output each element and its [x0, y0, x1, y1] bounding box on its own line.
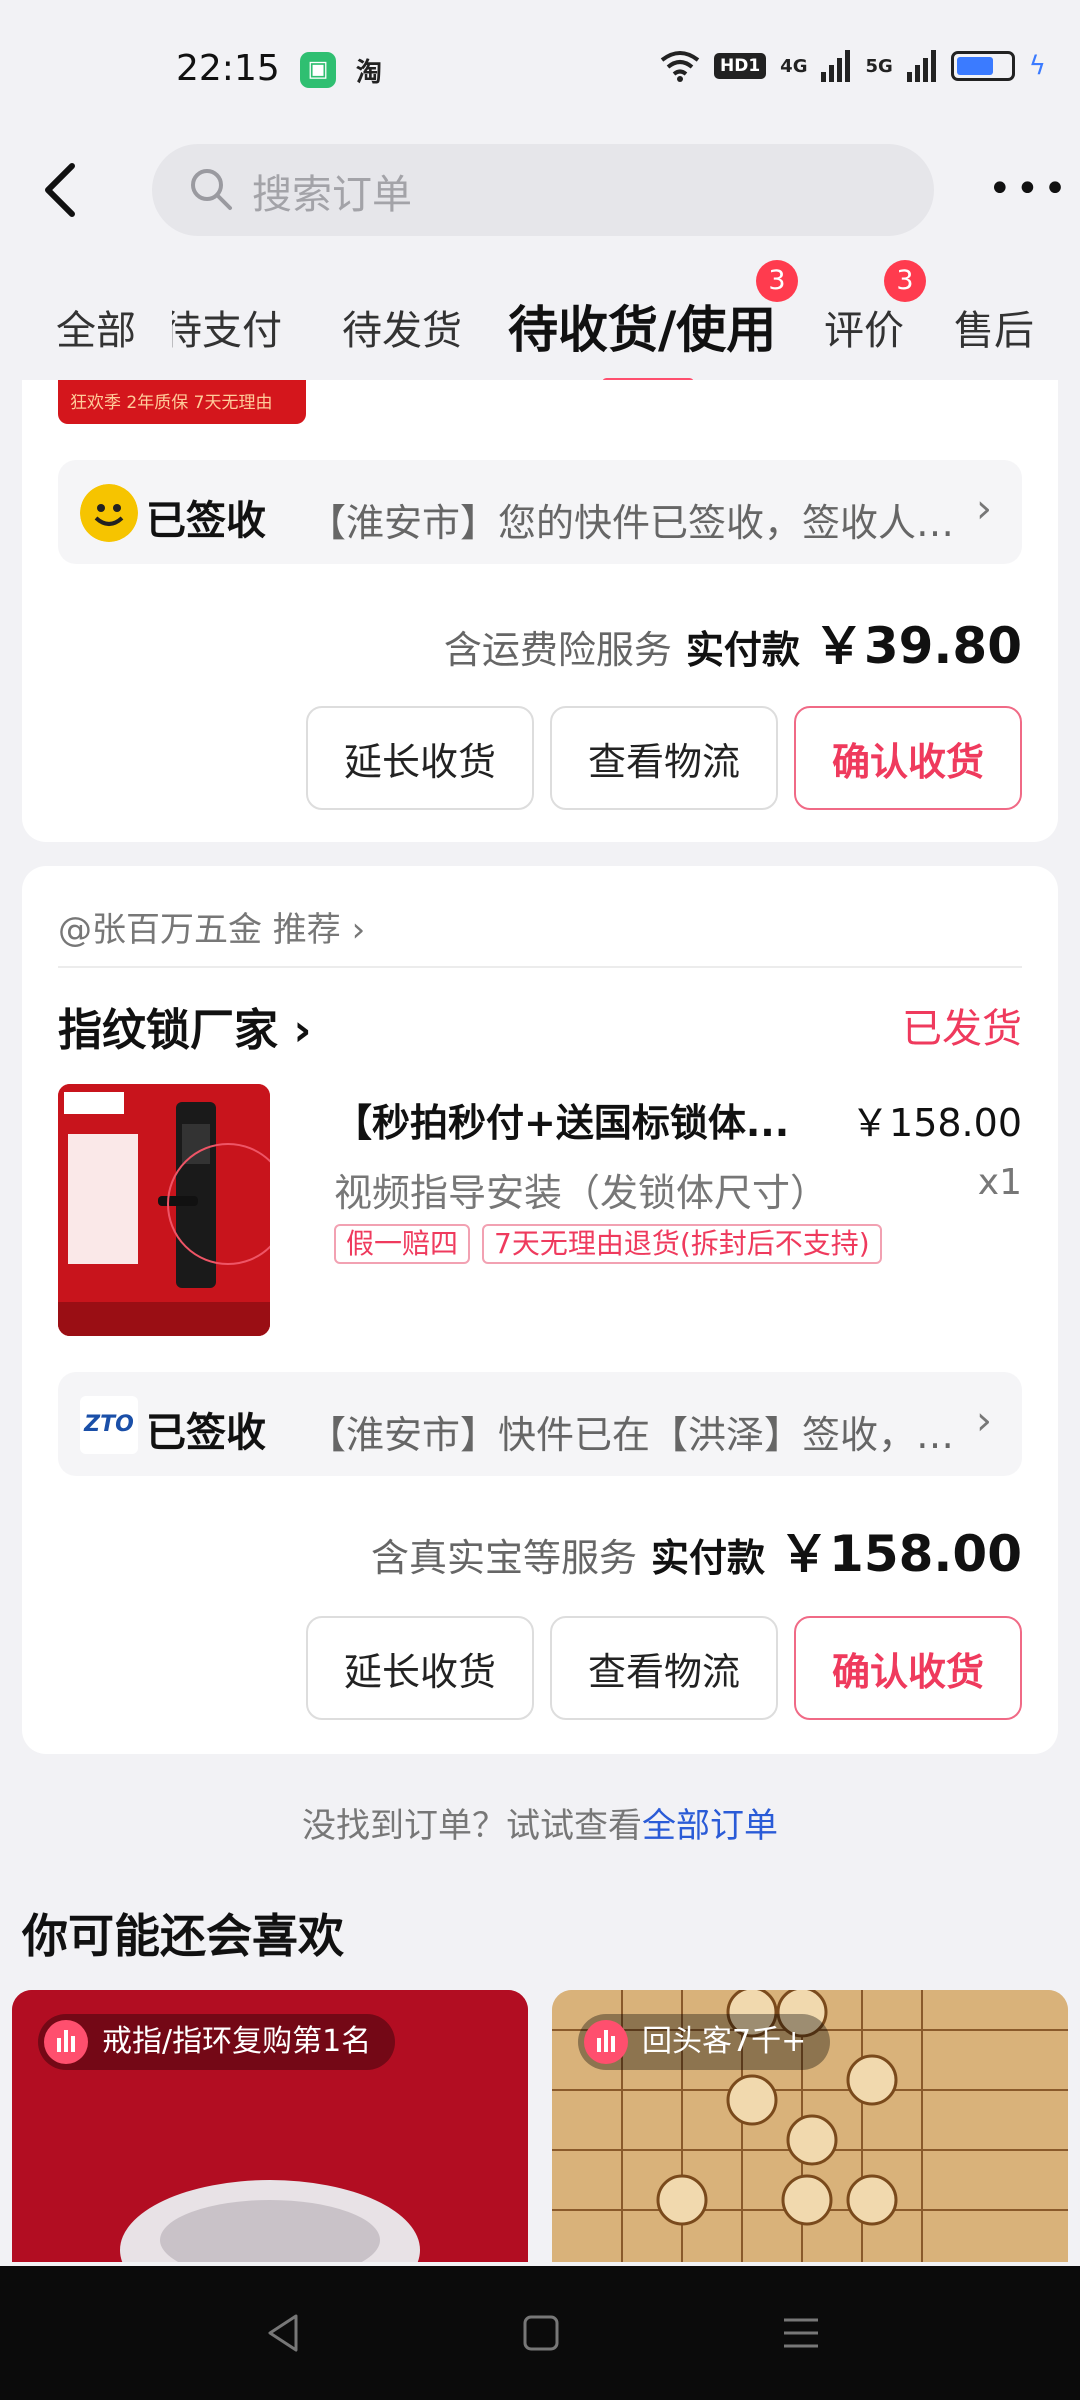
product-quantity: x1: [977, 1162, 1022, 1203]
status-time: 22:15: [176, 48, 280, 89]
charging-icon: ϟ: [1028, 51, 1046, 81]
order-tabs: 全部 待支付 待发货 待收货/使用 3 评价 3 售后: [0, 250, 1080, 390]
product-thumbnail[interactable]: 狂欢季 2年质保 7天无理由: [58, 380, 306, 424]
logistics-text: 【淮安市】您的快件已签收，签收人…: [308, 501, 955, 545]
recommendation-badge: 戒指/指环复购第1名: [38, 2014, 396, 2070]
status-icons: HD1 4G 5G ϟ: [660, 50, 1046, 82]
zto-courier-icon: ZTO: [80, 1396, 138, 1454]
not-found-text: 没找到订单？试试查看: [302, 1806, 642, 1846]
hd-icon: HD1: [714, 53, 767, 79]
wifi-icon: [660, 51, 700, 82]
chart-bars-icon: [584, 2020, 628, 2064]
network-5g-label: 5G: [865, 55, 893, 77]
signal-icon: [821, 50, 851, 82]
taobao-app-icon: 淘: [356, 58, 383, 88]
product-price: ￥158.00: [851, 1101, 1022, 1145]
order-card: 狂欢季 2年质保 7天无理由 已签收 【淮安市】您的快件已签收，签收人… › 含…: [22, 380, 1058, 842]
paid-amount: ￥39.80: [813, 617, 1022, 675]
recommendation-card[interactable]: 回头客7千+: [552, 1990, 1068, 2262]
search-icon: [191, 169, 232, 210]
signal-icon-2: [906, 50, 936, 82]
message-app-icon: ▣: [300, 52, 336, 88]
search-bar[interactable]: 搜索订单: [152, 144, 934, 236]
battery-icon: [950, 51, 1015, 81]
tab-pending-payment[interactable]: 待支付: [172, 298, 282, 356]
product-sku: 视频指导安装（发锁体尺寸）: [334, 1171, 829, 1215]
order-status: 已发货: [902, 1006, 1022, 1052]
battery-level: [956, 57, 994, 75]
chart-bars-icon: [44, 2020, 88, 2064]
confirm-receipt-button[interactable]: 确认收货: [794, 1616, 1022, 1720]
paid-label: 实付款: [685, 628, 800, 672]
logistics-row[interactable]: 已签收 【淮安市】您的快件已签收，签收人… ›: [58, 460, 1022, 564]
network-4g-label: 4G: [780, 55, 808, 77]
service-tag: 假一赔四: [334, 1224, 471, 1264]
order-total: 含真实宝等服务 实付款 ￥158.00: [371, 1514, 1022, 1586]
recommendation-badge-text: 戒指/指环复购第1名: [102, 2024, 372, 2059]
service-text: 含运费险服务: [443, 628, 672, 672]
recommendation-card[interactable]: 戒指/指环复购第1名: [12, 1990, 528, 2262]
shop-name[interactable]: 指纹锁厂家 ›: [58, 994, 311, 1058]
more-options-icon[interactable]: •••: [988, 169, 1071, 209]
tab-pending-shipment[interactable]: 待发货: [342, 298, 462, 356]
service-tag: 7天无理由退货(拆封后不支持): [482, 1224, 882, 1264]
logistics-status: 已签收: [146, 1410, 266, 1456]
not-found-hint: 没找到订单？试试查看全部订单: [0, 1798, 1080, 1847]
paid-amount: ￥158.00: [779, 1525, 1022, 1583]
yunda-courier-icon: [80, 484, 138, 542]
tab-reviews[interactable]: 评价: [824, 298, 904, 356]
confirm-receipt-button[interactable]: 确认收货: [794, 706, 1022, 810]
chevron-right-icon: ›: [976, 1398, 992, 1444]
back-icon[interactable]: [40, 160, 90, 220]
extend-receipt-button[interactable]: 延长收货: [306, 1616, 534, 1720]
view-logistics-button[interactable]: 查看物流: [550, 1616, 778, 1720]
recommendation-badge-text: 回头客7千+: [642, 2024, 807, 2059]
order-total: 含运费险服务 实付款 ￥39.80: [444, 606, 1022, 678]
product-title[interactable]: 【秒拍秒付+送国标锁体...: [334, 1092, 804, 1147]
nav-home-icon[interactable]: [516, 2308, 566, 2358]
search-input[interactable]: 搜索订单: [252, 162, 412, 220]
tab-all[interactable]: 全部: [56, 298, 136, 356]
all-orders-link[interactable]: 全部订单: [642, 1806, 778, 1846]
product-image[interactable]: [58, 1084, 270, 1336]
chevron-right-icon: ›: [976, 486, 992, 532]
tab-pending-receipt[interactable]: 待收货/使用: [508, 290, 776, 362]
logistics-row[interactable]: ZTO 已签收 【淮安市】快件已在【洪泽】签收，… ›: [58, 1372, 1022, 1476]
recommendation-badge: 回头客7千+: [578, 2014, 831, 2070]
extend-receipt-button[interactable]: 延长收货: [306, 706, 534, 810]
status-bar: 22:15 ▣ 淘 HD1 4G 5G ϟ: [0, 0, 1080, 140]
recommendations-title: 你可能还会喜欢: [22, 1909, 344, 1963]
system-nav-bar: [0, 2266, 1080, 2400]
logistics-text: 【淮安市】快件已在【洪泽】签收，…: [308, 1413, 955, 1457]
tab-after-sales[interactable]: 售后: [954, 298, 1034, 356]
view-logistics-button[interactable]: 查看物流: [550, 706, 778, 810]
nav-menu-icon[interactable]: [776, 2308, 826, 2358]
smart-lock-image: [58, 1084, 270, 1336]
order-card: @张百万五金 推荐 › 指纹锁厂家 › 已发货 【秒拍秒付+送国标锁体... ￥…: [22, 866, 1058, 1754]
paid-label: 实付款: [651, 1536, 766, 1580]
service-text: 含真实宝等服务: [371, 1536, 638, 1580]
tab-pending-receipt-badge: 3: [756, 260, 798, 302]
logistics-status: 已签收: [146, 498, 266, 544]
divider: [58, 966, 1022, 968]
recommender-link[interactable]: @张百万五金 推荐 ›: [58, 902, 365, 951]
tab-reviews-badge: 3: [884, 260, 926, 302]
nav-back-icon[interactable]: [258, 2308, 308, 2358]
